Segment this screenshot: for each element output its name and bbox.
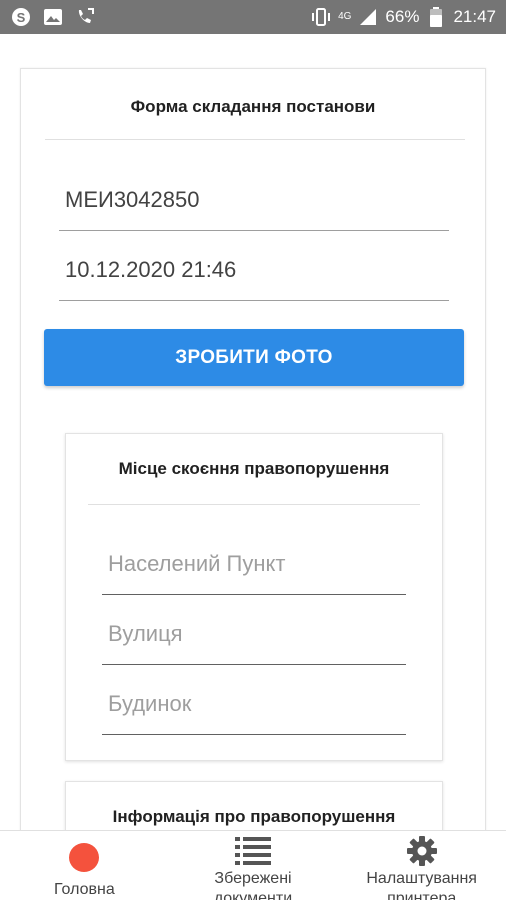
datetime-value: 10.12.2020 21:46 (65, 257, 237, 282)
settlement-placeholder: Населений Пункт (108, 551, 286, 576)
svg-text:S: S (17, 10, 26, 25)
form-title: Форма складання постанови (130, 97, 376, 116)
street-input[interactable]: Вулиця (102, 609, 406, 665)
battery-percent: 66% (385, 7, 420, 26)
battery-icon (425, 6, 447, 28)
house-input[interactable]: Будинок (102, 679, 406, 735)
title-divider (45, 139, 465, 140)
place-card: Місце скоєння правопорушення Населений П… (65, 433, 443, 761)
nav-saved-label-line1: Збережені (214, 870, 292, 887)
signal-icon (357, 6, 379, 28)
list-icon (235, 837, 271, 865)
place-card-title: Місце скоєння правопорушення (118, 459, 390, 478)
nav-printer-label-line2: принтера (387, 890, 457, 900)
call-forward-icon (74, 6, 96, 28)
place-divider (88, 504, 420, 505)
settlement-input[interactable]: Населений Пункт (102, 539, 406, 595)
form-card: Форма складання постанови МЕИ3042850 10.… (20, 68, 486, 900)
resolution-number-field[interactable]: МЕИ3042850 (59, 175, 449, 231)
take-photo-button[interactable]: ЗРОБИТИ ФОТО (44, 329, 464, 386)
vibrate-icon (310, 6, 332, 28)
nav-home-label: Головна (53, 881, 115, 898)
house-placeholder: Будинок (108, 691, 192, 716)
bottom-navigation: Головна Збережені документи Налаштування… (0, 830, 506, 900)
nav-printer-settings[interactable]: Налаштування принтера (337, 831, 506, 900)
datetime-field[interactable]: 10.12.2020 21:46 (59, 245, 449, 301)
gear-icon (406, 836, 437, 866)
status-bar: S 4G 66% 21:47 (0, 0, 506, 34)
street-placeholder: Вулиця (108, 621, 183, 646)
clock: 21:47 (453, 7, 496, 26)
nav-saved-label-line2: документи (213, 890, 293, 900)
skype-icon: S (10, 6, 32, 28)
nav-printer-label-line1: Налаштування (366, 870, 477, 887)
nav-home[interactable]: Головна (0, 831, 169, 900)
nav-saved-documents[interactable]: Збережені документи (169, 831, 338, 900)
network-type: 4G (338, 11, 352, 22)
home-icon (69, 843, 100, 872)
resolution-number-value: МЕИ3042850 (65, 187, 200, 212)
image-icon (42, 6, 64, 28)
info-card-title: Інформація про правопорушення (112, 807, 396, 826)
